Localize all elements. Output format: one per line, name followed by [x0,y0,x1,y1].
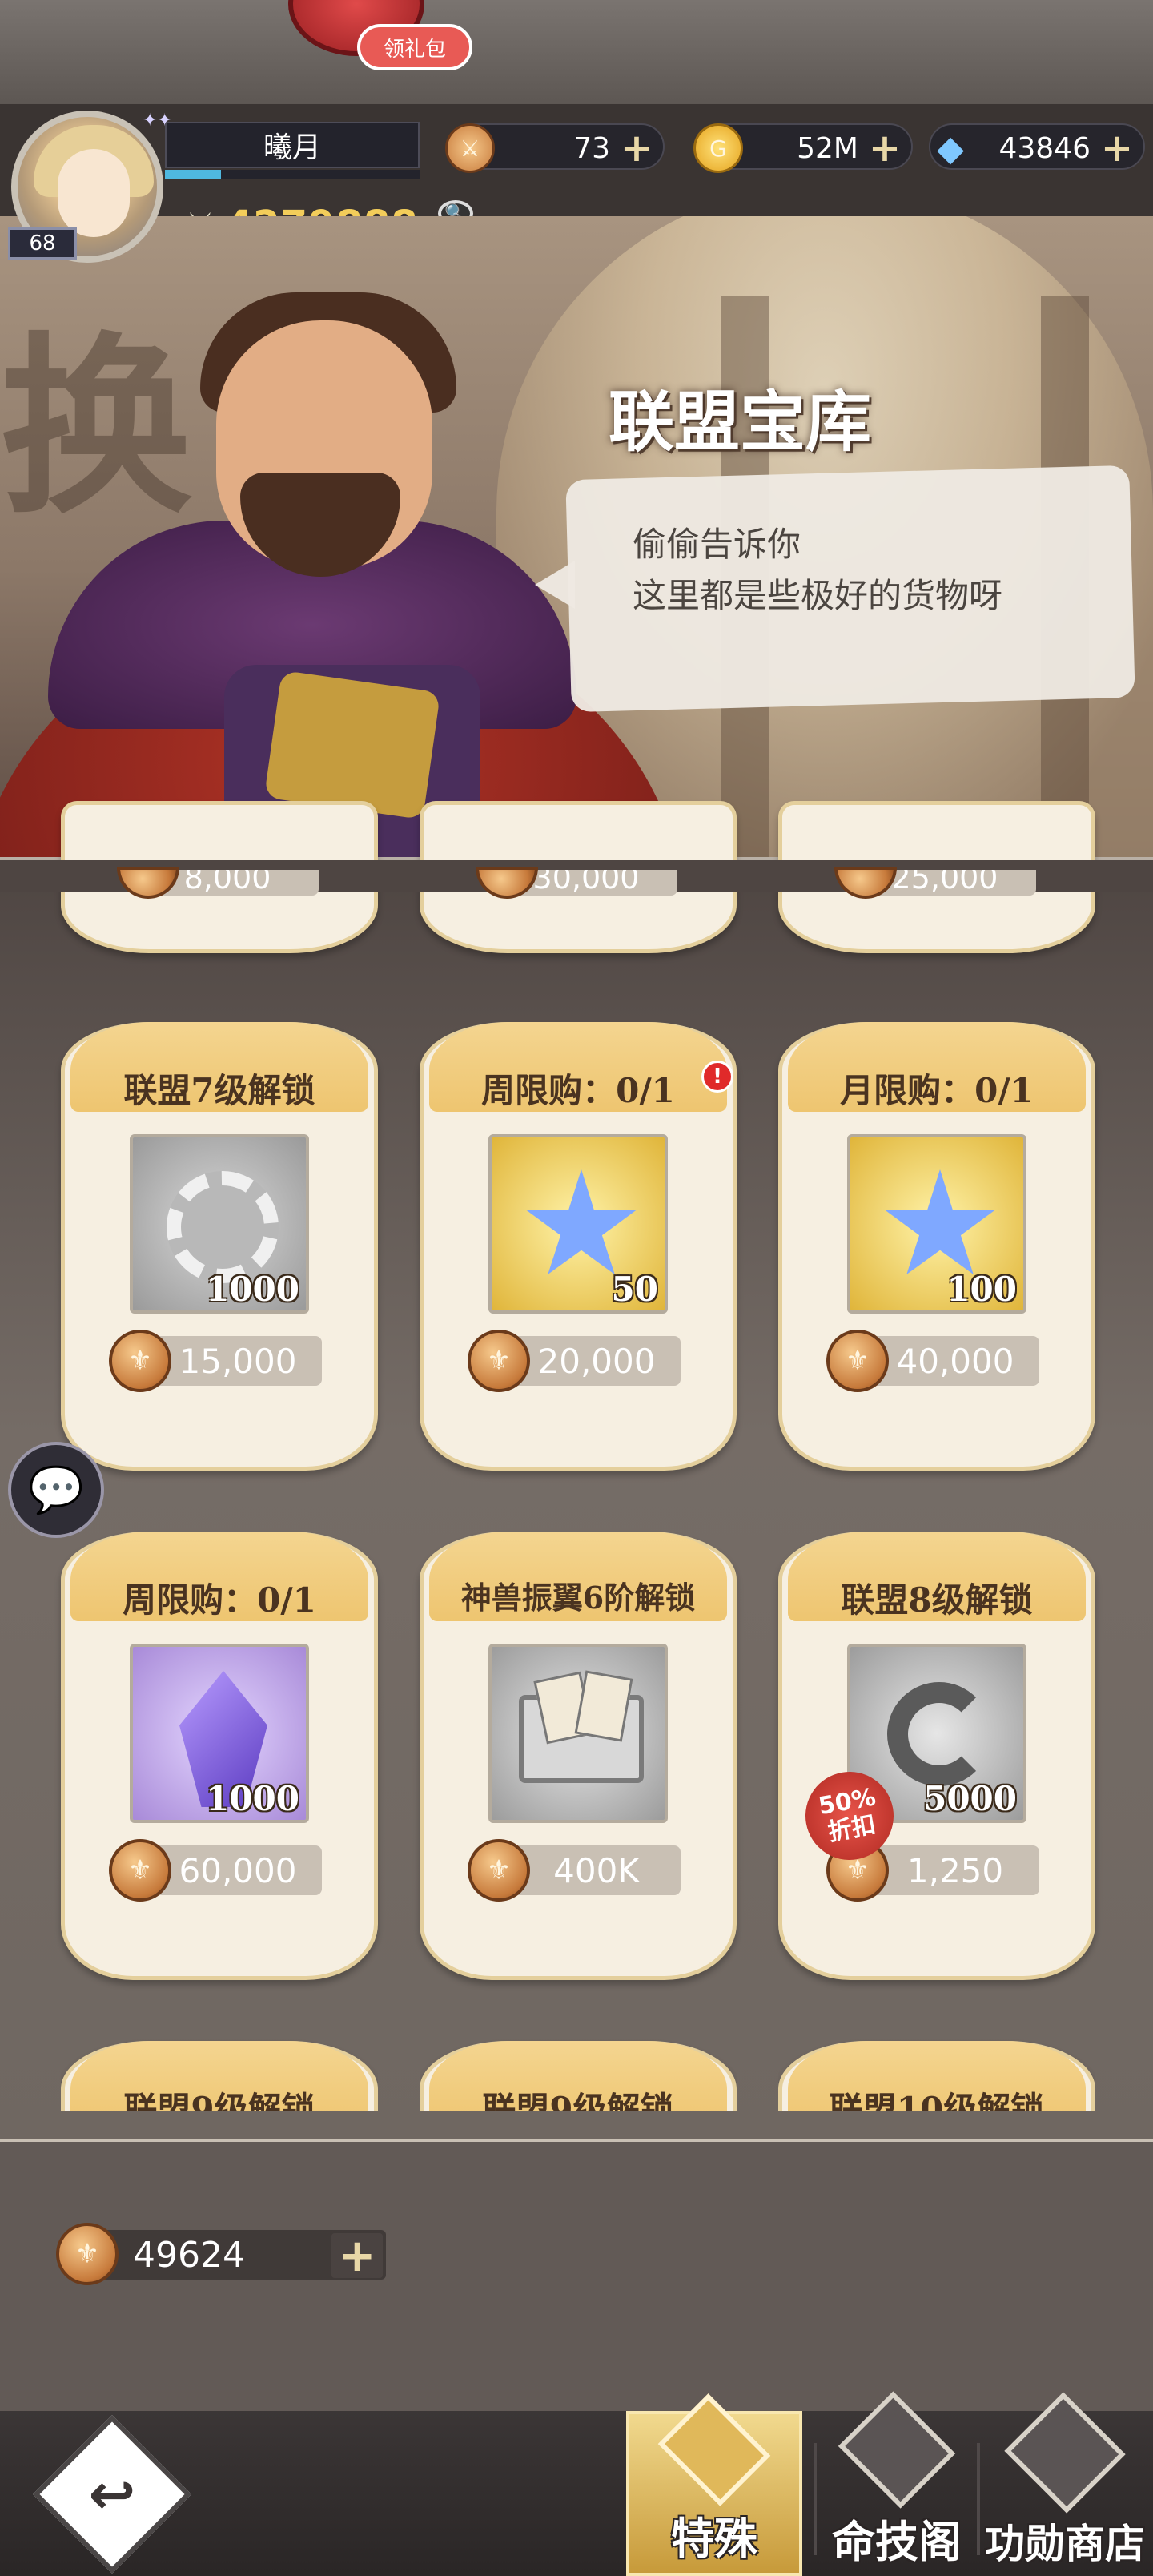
alliance-coin-icon: ⚜ [56,2223,119,2285]
star-crystal-icon: 100 [847,1134,1026,1314]
dialog-line-2: 这里都是些极好的货物呀 [633,576,1003,615]
alliance-coin-icon: ⚜ [468,1839,530,1902]
shop-bottom-mask [0,2111,1153,2139]
resource-medal-value: 73 [573,131,610,165]
shop-card[interactable]: 联盟8级解锁 5000 1,250 ⚜ 50% 折扣 [778,1499,1095,1980]
resource-diamond-value: 43846 [998,131,1091,165]
background-glyph: 换 [0,314,193,540]
star-crystal-icon: 50 [488,1134,668,1314]
player-name: 曦月 [165,122,420,168]
item-quantity: 50 [611,1270,658,1309]
resource-gold-value: 52M [797,131,858,165]
tab-special[interactable]: 特殊 [626,2393,802,2576]
card-label: 周限购：0/1 [123,1580,316,1620]
back-arrow-icon: ↩ [88,2461,136,2527]
shop-card[interactable]: 月限购：0/1 100 40,000 ⚜ [778,990,1095,1471]
tab-label: 特殊 [671,2513,757,2564]
discount-label: 折扣 [826,1810,878,1847]
alliance-coin-icon: ⚜ [826,1330,889,1392]
gold-coin-icon: G [693,123,743,173]
card-label: 神兽振翼6阶解锁 [460,1580,696,1616]
card-box-icon [488,1644,668,1823]
card-label: 联盟9级解锁 [482,2090,674,2113]
sparkle-icon: ✦✦ [143,111,172,131]
silver-gear-icon: 1000 [130,1134,309,1314]
tab-label: 功勋商店 [985,2520,1145,2567]
dialog-text: 偷偷告诉你 这里都是些极好的货物呀 [633,519,1002,622]
add-diamond-button[interactable]: + [1097,125,1137,171]
tab-label: 命技阁 [832,2516,962,2567]
add-gold-button[interactable]: + [865,125,905,171]
tab-skill-pavilion[interactable]: 命技阁 [809,2391,985,2576]
card-label: 月限购：0/1 [840,1071,1034,1110]
dialog-bubble-tail [535,561,575,609]
merit-shop-tab-icon [1004,2392,1126,2514]
claim-gift-button[interactable]: 领礼包 [357,24,472,70]
card-label: 周限购：0/1 [481,1071,675,1110]
tab-merit-shop[interactable]: 功勋商店 [977,2392,1153,2576]
add-medal-button[interactable]: + [617,125,657,171]
special-tab-icon [657,2393,771,2506]
vault-title: 联盟宝库 [609,384,872,461]
resource-diamond: ◆ 43846 + [929,123,1145,171]
shop-card-partial[interactable]: 联盟9级解锁 [420,2009,737,2113]
shop-card[interactable]: 神兽振翼6阶解锁 400K ⚜ [420,1499,737,1980]
top-strip [0,0,1153,104]
star-shape [884,1169,996,1275]
alliance-coin-icon: ⚜ [109,1839,171,1902]
exp-bar [165,170,420,179]
item-quantity: 5000 [923,1779,1017,1818]
card-label: 联盟9级解锁 [123,2090,315,2113]
item-quantity: 1000 [206,1270,299,1309]
divider [0,2139,1153,2142]
item-quantity: 100 [946,1270,1017,1309]
alert-icon: ! [701,1061,733,1093]
resource-gold: G 52M + [693,123,913,173]
medal-coin-icon: ⚔ [445,123,495,173]
card-label: 联盟8级解锁 [841,1580,1033,1620]
gear-shape [167,1171,279,1283]
alliance-coin-icon: ⚜ [109,1330,171,1392]
shop-card[interactable]: 周限购：0/1 50 20,000 ⚜ ! [420,990,737,1471]
shop-card-partial[interactable]: 联盟10级解锁 [778,2009,1095,2113]
shop-card[interactable]: 联盟7级解锁 1000 15,000 ⚜ [61,990,378,1471]
card-label: 联盟10级解锁 [829,2090,1045,2113]
purple-crystal-icon: 1000 [130,1644,309,1823]
item-quantity: 1000 [206,1779,299,1818]
alliance-coin-icon: ⚜ [468,1330,530,1392]
avatar-face [58,149,130,237]
exp-bar-fill [165,170,221,179]
card-label: 联盟7级解锁 [123,1071,315,1110]
player-level-badge: 68 [8,227,77,260]
shop-card-partial[interactable]: 联盟9级解锁 [61,2009,378,2113]
resource-medal: ⚔ 73 + [445,123,665,173]
chat-icon[interactable]: 💬 [8,1442,104,1538]
horn-shape [887,1682,991,1786]
add-alliance-coin-button[interactable]: + [331,2230,383,2282]
shop-card[interactable]: 周限购：0/1 1000 60,000 ⚜ [61,1499,378,1980]
dialog-line-1: 偷偷告诉你 [633,525,801,564]
diamond-icon: ◆ [937,127,964,169]
star-shape [525,1169,637,1275]
